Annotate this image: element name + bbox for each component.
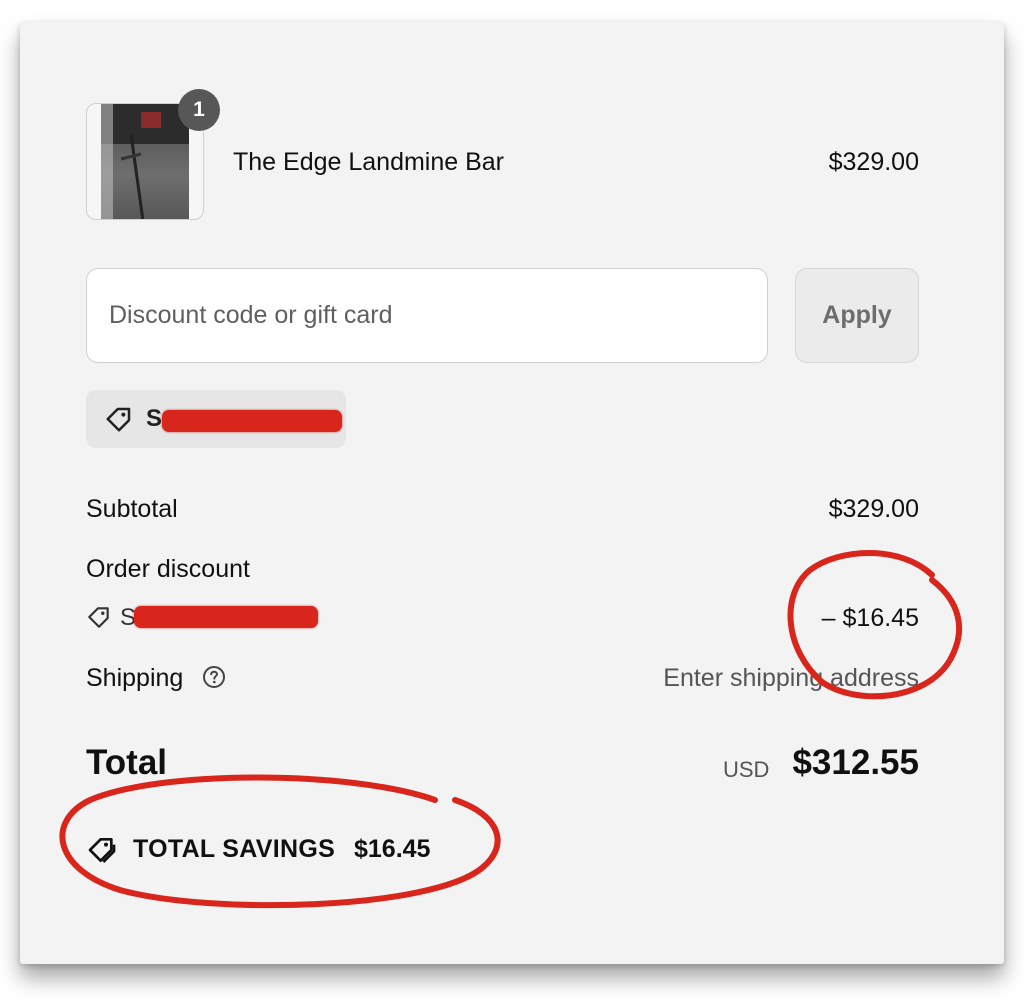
product-price: $329.00 bbox=[828, 148, 919, 176]
subtotal-label: Subtotal bbox=[86, 495, 178, 523]
subtotal-value: $329.00 bbox=[828, 495, 919, 523]
help-circle-icon[interactable] bbox=[202, 665, 226, 689]
total-label: Total bbox=[86, 743, 168, 782]
order-discount-label: Order discount bbox=[86, 555, 250, 583]
product-photo bbox=[101, 104, 189, 219]
savings-tag-icon bbox=[88, 838, 116, 863]
tag-icon bbox=[88, 607, 109, 628]
total-savings-amount: $16.45 bbox=[354, 835, 431, 863]
shipping-label: Shipping bbox=[86, 664, 184, 692]
total-savings-label: TOTAL SAVINGS bbox=[133, 835, 336, 863]
redaction-mark bbox=[134, 606, 318, 628]
quantity-badge: 1 bbox=[178, 89, 220, 131]
currency-code: USD bbox=[723, 757, 770, 782]
discount-code-input[interactable] bbox=[86, 268, 768, 363]
total-amount: $312.55 bbox=[792, 743, 919, 782]
shipping-value: Enter shipping address bbox=[663, 664, 919, 692]
apply-button[interactable]: Apply bbox=[795, 268, 919, 363]
product-name: The Edge Landmine Bar bbox=[233, 148, 505, 176]
applied-code-label: S bbox=[146, 405, 163, 432]
tag-icon bbox=[106, 407, 131, 432]
order-discount-value: – $16.45 bbox=[821, 604, 919, 632]
redaction-mark bbox=[162, 410, 342, 432]
applied-discount-chip: S bbox=[86, 390, 346, 448]
